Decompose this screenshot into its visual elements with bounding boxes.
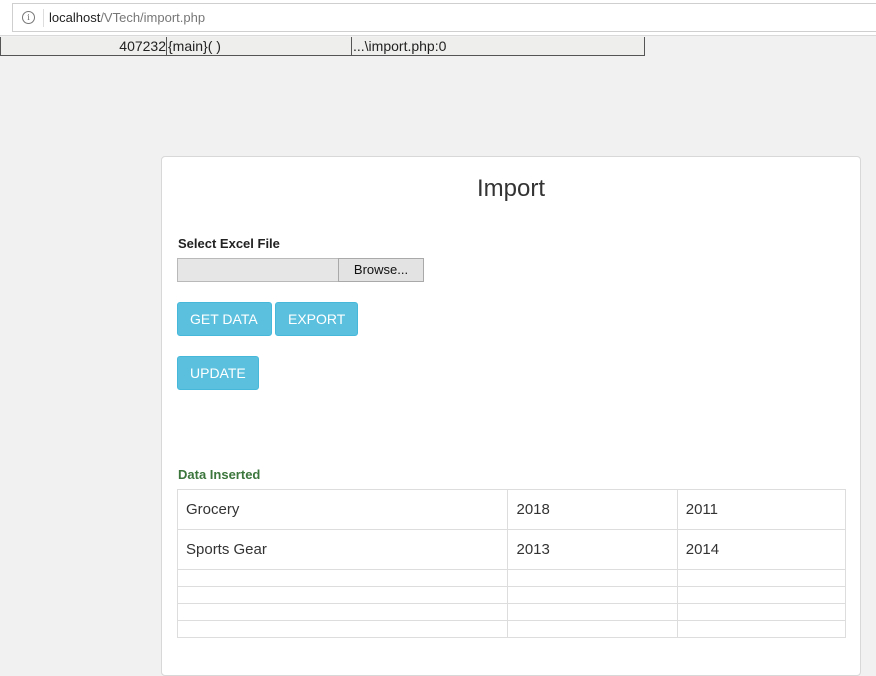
update-button[interactable]: UPDATE [177, 356, 259, 390]
browser-address-bar: i localhost/VTech/import.php [0, 0, 876, 36]
table-cell [507, 586, 678, 604]
address-divider [43, 9, 44, 27]
info-icon[interactable]: i [22, 11, 35, 24]
table-cell [676, 569, 847, 587]
table-cell: 2014 [676, 529, 847, 570]
page-title: Import [476, 175, 545, 202]
table-cell: 2013 [507, 529, 678, 570]
table-cell: 2018 [507, 489, 678, 530]
table-cell [176, 569, 509, 587]
table-cell [676, 620, 847, 638]
file-input[interactable] [177, 258, 339, 282]
debug-function: {main}( ) [167, 37, 352, 55]
url-field[interactable]: i localhost/VTech/import.php [12, 3, 876, 32]
url-text[interactable]: localhost/VTech/import.php [49, 10, 205, 25]
table-cell [507, 569, 678, 587]
url-host: localhost [49, 10, 101, 25]
get-data-button[interactable]: GET DATA [177, 302, 272, 336]
data-table: Grocery 2018 2011 Sports Gear 2013 2014 [176, 489, 847, 638]
table-cell [176, 603, 509, 621]
table-row [176, 586, 847, 604]
url-path: /VTech/import.php [100, 10, 206, 25]
table-cell: Grocery [176, 489, 509, 530]
table-cell [676, 586, 847, 604]
status-message: Data Inserted [178, 467, 261, 482]
table-row [176, 620, 847, 638]
table-row [176, 603, 847, 621]
table-cell [676, 603, 847, 621]
export-button[interactable]: EXPORT [275, 302, 358, 336]
table-cell [507, 620, 678, 638]
file-field-label: Select Excel File [178, 236, 280, 251]
debug-location: ...\import.php:0 [353, 38, 447, 54]
table-cell [507, 603, 678, 621]
browse-button[interactable]: Browse... [338, 258, 424, 282]
import-panel: Import Select Excel File Browse... GET D… [161, 156, 861, 676]
table-cell: 2011 [676, 489, 847, 530]
table-cell [176, 620, 509, 638]
table-row [176, 569, 847, 587]
table-cell [176, 586, 509, 604]
php-debug-row: 407232 {main}( ) ...\import.php:0 [0, 37, 645, 56]
table-cell: Sports Gear [176, 529, 509, 570]
table-row: Sports Gear 2013 2014 [176, 529, 847, 570]
debug-memory: 407232 [1, 37, 167, 55]
table-row: Grocery 2018 2011 [176, 489, 847, 530]
